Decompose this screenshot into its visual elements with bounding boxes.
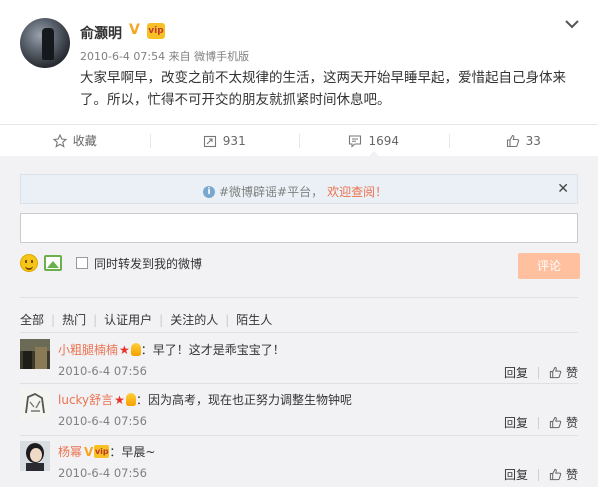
like-count: 33 xyxy=(525,133,541,148)
filter-following[interactable]: 关注的人 xyxy=(170,311,218,328)
post-body: 大家早啊早，改变之前不太规律的生活，这两天开始早睡早起，爱惜起自己身体来了。所以… xyxy=(80,70,566,108)
comment-item: lucky舒言 ★ ：因为高考，现在也正努力调整生物钟呢 2010-6-4 07… xyxy=(20,389,578,439)
filter-strangers[interactable]: 陌生人 xyxy=(236,311,272,328)
divider xyxy=(20,383,578,384)
reply-button[interactable]: 回复 xyxy=(504,414,528,431)
emoji-icon[interactable] xyxy=(20,254,38,272)
post-meta: 2010-6-4 07:54 来自 微博手机版 xyxy=(80,48,249,64)
post-source[interactable]: 微博手机版 xyxy=(194,50,249,63)
notice-topic[interactable]: #微博辟谣#平台， xyxy=(219,183,323,200)
comment-icon xyxy=(349,134,362,148)
repost-count: 931 xyxy=(222,133,246,148)
composer-tools: 同时转发到我的微博 xyxy=(20,252,202,274)
avatar[interactable] xyxy=(20,339,50,369)
info-icon: i xyxy=(203,185,215,198)
post-timestamp[interactable]: 2010-6-4 07:54 xyxy=(80,50,165,63)
close-icon[interactable]: ✕ xyxy=(557,181,569,197)
comment-text: ：早晨~ xyxy=(109,445,156,459)
lightbulb-icon[interactable] xyxy=(125,393,136,406)
comment-item: 小粗腿楠楠 ★ ：早了！这才是乖宝宝了！ 2010-6-4 07:56 回复 赞 xyxy=(20,339,578,389)
favorite-button[interactable]: 收藏 xyxy=(0,125,150,156)
source-prefix: 来自 xyxy=(168,50,191,63)
thumbs-up-icon xyxy=(506,134,519,147)
comment-username[interactable]: 小粗腿楠楠 xyxy=(58,341,118,358)
divider xyxy=(20,332,578,333)
vip-icon[interactable]: vip xyxy=(94,445,110,458)
notice-link[interactable]: 欢迎查阅！ xyxy=(327,183,387,200)
thumbs-up-icon[interactable] xyxy=(549,366,562,379)
avatar[interactable] xyxy=(20,389,50,419)
comment-time: 2010-6-4 07:56 xyxy=(58,364,147,378)
filter-hot[interactable]: 热门 xyxy=(62,311,86,328)
filter-all[interactable]: 全部 xyxy=(20,311,44,328)
vip-icon[interactable]: vip xyxy=(147,23,165,39)
reply-button[interactable]: 回复 xyxy=(504,364,528,381)
repost-icon xyxy=(203,135,216,147)
image-icon[interactable] xyxy=(44,255,62,271)
author-name[interactable]: 俞灏明 xyxy=(80,23,122,43)
post-action-bar: 收藏 931 1694 33 xyxy=(0,124,598,157)
author-avatar[interactable] xyxy=(20,18,70,68)
thumbs-up-icon[interactable] xyxy=(549,468,562,481)
repost-checkbox[interactable] xyxy=(76,257,88,269)
star-icon[interactable]: ★ xyxy=(114,393,125,407)
like-button[interactable]: 33 xyxy=(448,125,598,156)
star-icon[interactable]: ★ xyxy=(119,343,130,357)
thumbs-up-icon[interactable] xyxy=(549,416,562,429)
chevron-down-icon[interactable] xyxy=(565,14,579,33)
like-comment-button[interactable]: 赞 xyxy=(566,414,578,431)
like-comment-button[interactable]: 赞 xyxy=(566,364,578,381)
divider xyxy=(20,297,578,298)
verified-icon[interactable]: V xyxy=(84,445,93,459)
weibo-post: 俞灏明 V vip 2010-6-4 07:54 来自 微博手机版 大家早啊早，… xyxy=(0,0,598,124)
repost-button[interactable]: 931 xyxy=(149,125,300,156)
reply-button[interactable]: 回复 xyxy=(504,466,528,483)
comment-panel: i #微博辟谣#平台， 欢迎查阅！ ✕ 同时转发到我的微博 评论 全部 | 热门… xyxy=(0,156,598,487)
comment-text: ：因为高考，现在也正努力调整生物钟呢 xyxy=(135,393,352,407)
avatar[interactable] xyxy=(20,441,50,471)
comment-count: 1694 xyxy=(368,133,400,148)
comment-username[interactable]: 杨幂 xyxy=(58,443,82,460)
comment-input[interactable] xyxy=(20,213,578,243)
filter-verified[interactable]: 认证用户 xyxy=(104,311,152,328)
favorite-label: 收藏 xyxy=(72,134,97,148)
like-comment-button[interactable]: 赞 xyxy=(566,466,578,483)
comment-time: 2010-6-4 07:56 xyxy=(58,414,147,428)
comment-filter-tabs: 全部 | 热门 | 认证用户 | 关注的人 | 陌生人 xyxy=(20,311,273,328)
comment-item: 杨幂 V vip ：早晨~ 2010-6-4 07:56 回复 赞 xyxy=(20,441,578,487)
comment-username[interactable]: lucky舒言 xyxy=(58,391,113,408)
comment-button[interactable]: 1694 xyxy=(299,125,449,157)
divider xyxy=(20,435,578,436)
repost-checkbox-label[interactable]: 同时转发到我的微博 xyxy=(94,255,202,272)
comment-text: ：早了！这才是乖宝宝了！ xyxy=(140,343,285,357)
rumor-notice-bar: i #微博辟谣#平台， 欢迎查阅！ ✕ xyxy=(20,174,578,204)
star-icon xyxy=(52,133,67,148)
lightbulb-icon[interactable] xyxy=(130,343,141,356)
verified-icon[interactable]: V xyxy=(129,22,140,38)
submit-comment-button[interactable]: 评论 xyxy=(518,253,580,279)
comment-time: 2010-6-4 07:56 xyxy=(58,466,147,480)
